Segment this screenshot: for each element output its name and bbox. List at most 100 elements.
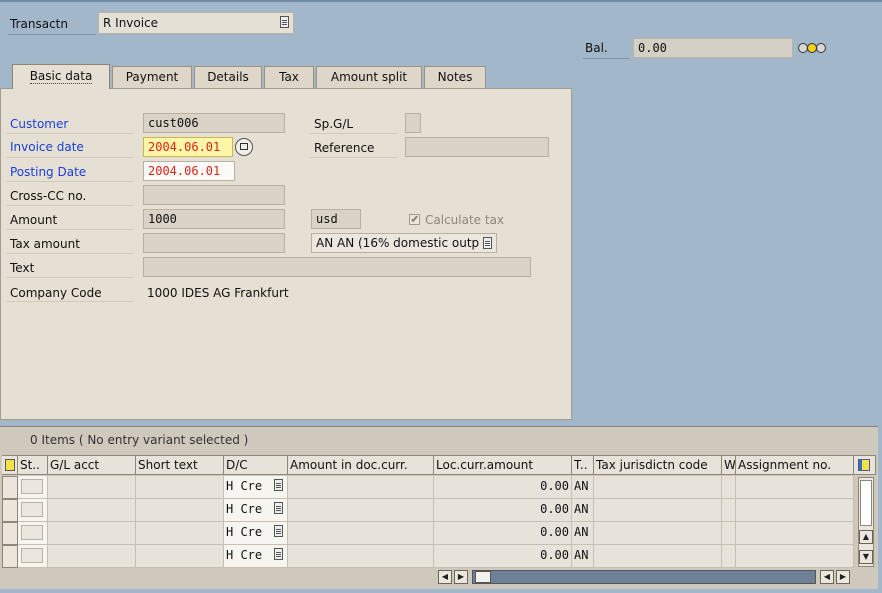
debit-credit-value: H Cre <box>226 548 263 562</box>
spgl-field[interactable] <box>405 113 421 133</box>
column-header[interactable]: D/C <box>224 455 288 475</box>
row-selector[interactable] <box>2 545 18 568</box>
scroll-arrow-icon[interactable]: ▼ <box>859 550 873 564</box>
tax-code-cell: AN <box>572 499 594 522</box>
status-cell[interactable] <box>18 545 48 568</box>
column-header[interactable]: G/L acct <box>48 455 136 475</box>
column-header[interactable]: T.. <box>572 455 594 475</box>
assignment-cell[interactable] <box>736 476 854 499</box>
column-header[interactable]: Assignment no. <box>736 455 854 475</box>
company-code-value: 1000 IDES AG Frankfurt <box>147 286 289 300</box>
dropdown-icon[interactable] <box>483 237 492 249</box>
scroll-arrow-icon[interactable]: ◀ <box>820 570 834 584</box>
column-header[interactable]: W <box>722 455 736 475</box>
transaction-label: Transactn <box>10 17 68 31</box>
scroll-arrow-icon[interactable]: ▶ <box>836 570 850 584</box>
dropdown-icon[interactable] <box>274 479 283 491</box>
short-text-cell[interactable] <box>136 545 224 568</box>
status-button[interactable] <box>21 548 43 563</box>
assignment-cell[interactable] <box>736 522 854 545</box>
gl-account-cell[interactable] <box>48 545 136 568</box>
column-header[interactable]: Loc.curr.amount <box>434 455 572 475</box>
crosscc-label: Cross-CC no. <box>10 189 87 203</box>
invoice-date-field[interactable]: 2004.06.01 <box>143 137 233 157</box>
dropdown-icon[interactable] <box>274 548 283 560</box>
tab-notes[interactable]: Notes <box>424 66 486 88</box>
status-cell[interactable] <box>18 499 48 522</box>
dropdown-icon[interactable] <box>274 502 283 514</box>
row-selector[interactable] <box>2 522 18 545</box>
scroll-arrow-icon[interactable]: ◀ <box>438 570 452 584</box>
row-selector[interactable] <box>2 476 18 499</box>
tax-jurisdiction-cell[interactable] <box>594 522 722 545</box>
assignment-cell[interactable] <box>736 545 854 568</box>
dropdown-icon[interactable] <box>280 16 289 28</box>
debit-credit-select[interactable]: H Cre <box>224 476 288 499</box>
text-field[interactable] <box>143 257 531 277</box>
w-cell[interactable] <box>722 545 736 568</box>
row-selector[interactable] <box>2 499 18 522</box>
calendar-icon[interactable] <box>235 138 253 156</box>
debit-credit-value: H Cre <box>226 479 263 493</box>
transaction-select[interactable]: R Invoice <box>98 12 294 34</box>
debit-credit-select[interactable]: H Cre <box>224 545 288 568</box>
tab-basic-data[interactable]: Basic data <box>12 64 110 89</box>
scroll-arrow-icon[interactable]: ▶ <box>454 570 468 584</box>
status-cell[interactable] <box>18 476 48 499</box>
crosscc-field[interactable] <box>143 185 285 205</box>
amount-field[interactable]: 1000 <box>143 209 285 229</box>
doc-amount-cell[interactable] <box>288 545 434 568</box>
status-button[interactable] <box>21 525 43 540</box>
debit-credit-select[interactable]: H Cre <box>224 499 288 522</box>
column-header[interactable]: St.. <box>18 455 48 475</box>
short-text-cell[interactable] <box>136 476 224 499</box>
doc-amount-cell[interactable] <box>288 499 434 522</box>
doc-amount-cell[interactable] <box>288 522 434 545</box>
tax-code-select[interactable]: AN AN (16% domestic outp <box>311 233 497 253</box>
gl-account-cell[interactable] <box>48 476 136 499</box>
tax-code-cell: AN <box>572 522 594 545</box>
w-cell[interactable] <box>722 522 736 545</box>
tab-amount-split[interactable]: Amount split <box>316 66 422 88</box>
column-header[interactable]: Amount in doc.curr. <box>288 455 434 475</box>
scrollbar-thumb[interactable] <box>860 480 872 526</box>
label-underline <box>583 58 629 59</box>
amount-label: Amount <box>10 213 58 227</box>
gl-account-cell[interactable] <box>48 522 136 545</box>
dropdown-icon[interactable] <box>274 525 283 537</box>
w-cell[interactable] <box>722 476 736 499</box>
tax-amount-field[interactable] <box>143 233 285 253</box>
reference-field[interactable] <box>405 137 549 157</box>
customer-field[interactable]: cust006 <box>143 113 285 133</box>
select-all-icon[interactable] <box>2 455 18 475</box>
doc-amount-cell[interactable] <box>288 476 434 499</box>
debit-credit-select[interactable]: H Cre <box>224 522 288 545</box>
vertical-scrollbar[interactable]: ▲ ▼ <box>858 477 874 567</box>
column-header[interactable]: Short text <box>136 455 224 475</box>
tab-details[interactable]: Details <box>194 66 262 88</box>
short-text-cell[interactable] <box>136 499 224 522</box>
tax-jurisdiction-cell[interactable] <box>594 499 722 522</box>
calculate-tax-checkbox[interactable] <box>409 214 420 225</box>
tab-tax[interactable]: Tax <box>264 66 314 88</box>
tax-jurisdiction-cell[interactable] <box>594 545 722 568</box>
assignment-cell[interactable] <box>736 499 854 522</box>
status-button[interactable] <box>21 502 43 517</box>
status-button[interactable] <box>21 479 43 494</box>
w-cell[interactable] <box>722 499 736 522</box>
scrollbar-thumb[interactable] <box>475 571 491 583</box>
gl-account-cell[interactable] <box>48 499 136 522</box>
scroll-arrow-icon[interactable]: ▲ <box>859 530 873 544</box>
tax-jurisdiction-cell[interactable] <box>594 476 722 499</box>
short-text-cell[interactable] <box>136 522 224 545</box>
status-cell[interactable] <box>18 522 48 545</box>
column-header[interactable]: Tax jurisdictn code <box>594 455 722 475</box>
tab-payment[interactable]: Payment <box>112 66 192 88</box>
transaction-select-value: R Invoice <box>103 16 159 30</box>
loc-amount-cell: 0.00 <box>434 499 572 522</box>
horizontal-scrollbar[interactable] <box>472 570 816 584</box>
currency-field[interactable]: usd <box>311 209 361 229</box>
posting-date-field[interactable]: 2004.06.01 <box>143 161 235 181</box>
company-code-label: Company Code <box>10 286 102 300</box>
table-settings-icon[interactable] <box>854 455 876 475</box>
